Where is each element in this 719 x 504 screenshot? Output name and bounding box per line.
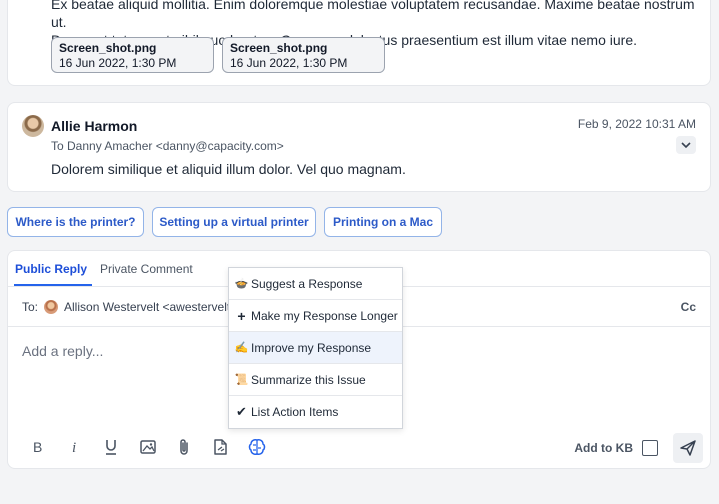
- menu-item-suggest-response[interactable]: 🍲 Suggest a Response: [229, 268, 402, 300]
- bold-icon: B: [33, 440, 42, 454]
- menu-item-make-longer[interactable]: + Make my Response Longer: [229, 300, 402, 332]
- tab-public-reply[interactable]: Public Reply: [13, 262, 93, 286]
- image-icon: [140, 440, 156, 454]
- recipient-line: To Danny Amacher <danny@capacity.com>: [51, 139, 284, 153]
- sender-name: Allie Harmon: [51, 118, 138, 134]
- svg-text:B: B: [33, 440, 42, 454]
- cc-button[interactable]: Cc: [681, 300, 696, 314]
- document-icon: [214, 439, 227, 455]
- check-icon: ✔: [236, 404, 247, 419]
- writing-hand-icon: ✍: [234, 342, 249, 354]
- plus-icon: +: [237, 307, 246, 324]
- menu-item-label: Improve my Response: [251, 340, 372, 355]
- to-row: To: Allison Westervelt <awestervelt@: [22, 300, 242, 314]
- attach-file-button[interactable]: [166, 435, 203, 459]
- add-to-kb-label: Add to KB: [574, 441, 633, 455]
- underline-button[interactable]: [93, 435, 130, 459]
- recipient-avatar: [44, 300, 59, 314]
- sender-avatar: [22, 115, 44, 137]
- menu-item-improve-response[interactable]: ✍ Improve my Response: [229, 332, 402, 364]
- menu-item-label: List Action Items: [251, 405, 339, 419]
- expand-button[interactable]: [676, 136, 696, 154]
- ai-brain-icon: [249, 439, 266, 455]
- attachment-date: 16 Jun 2022, 1:30 PM: [59, 56, 177, 70]
- send-icon: [680, 440, 696, 456]
- formatting-toolbar: B i: [20, 435, 276, 459]
- attachment-date: 16 Jun 2022, 1:30 PM: [230, 56, 348, 70]
- menu-item-list-action-items[interactable]: ✔ List Action Items: [229, 396, 402, 428]
- send-button[interactable]: [673, 433, 703, 463]
- attachment-name: Screen_shot.png: [59, 41, 157, 55]
- to-label: To:: [22, 300, 39, 314]
- suggestion-chip[interactable]: Setting up a virtual printer: [152, 207, 316, 237]
- message-card: Ex beatae aliquid mollitia. Enim dolorem…: [7, 0, 711, 86]
- recipient-chip[interactable]: Allison Westervelt <awestervelt@: [64, 300, 242, 314]
- menu-item-summarize-issue[interactable]: 📜 Summarize this Issue: [229, 364, 402, 396]
- tab-private-comment[interactable]: Private Comment: [100, 262, 193, 276]
- attachment-chip[interactable]: Screen_shot.png 16 Jun 2022, 1:30 PM: [222, 37, 385, 73]
- suggestion-chip[interactable]: Where is the printer?: [7, 207, 144, 237]
- suggestion-chip[interactable]: Printing on a Mac: [324, 207, 442, 237]
- reply-input[interactable]: Add a reply...: [22, 343, 103, 359]
- underline-icon: [106, 440, 117, 455]
- italic-button[interactable]: i: [57, 435, 94, 459]
- insert-image-button[interactable]: [130, 435, 167, 459]
- menu-item-label: Summarize this Issue: [251, 372, 366, 387]
- italic-icon: i: [72, 440, 76, 454]
- ai-assist-button[interactable]: [239, 435, 276, 459]
- attachment-name: Screen_shot.png: [230, 41, 328, 55]
- attachment-icon: [180, 439, 188, 455]
- scroll-icon: 📜: [234, 374, 249, 386]
- ai-assist-menu: 🍲 Suggest a Response + Make my Response …: [228, 267, 403, 429]
- message-body: Dolorem similique et aliquid illum dolor…: [51, 161, 406, 177]
- menu-item-label: Suggest a Response: [251, 276, 363, 291]
- pot-icon: 🍲: [234, 278, 249, 290]
- add-to-kb[interactable]: Add to KB: [574, 440, 658, 456]
- message-card: Allie Harmon To Danny Amacher <danny@cap…: [7, 102, 711, 192]
- add-to-kb-checkbox[interactable]: [642, 440, 658, 456]
- chevron-down-icon: [681, 141, 691, 148]
- insert-document-button[interactable]: [203, 435, 240, 459]
- message-timestamp: Feb 9, 2022 10:31 AM: [577, 117, 696, 131]
- attachment-chip[interactable]: Screen_shot.png 16 Jun 2022, 1:30 PM: [51, 37, 214, 73]
- bold-button[interactable]: B: [20, 435, 57, 459]
- svg-text:i: i: [72, 440, 76, 454]
- menu-item-label: Make my Response Longer: [251, 308, 398, 323]
